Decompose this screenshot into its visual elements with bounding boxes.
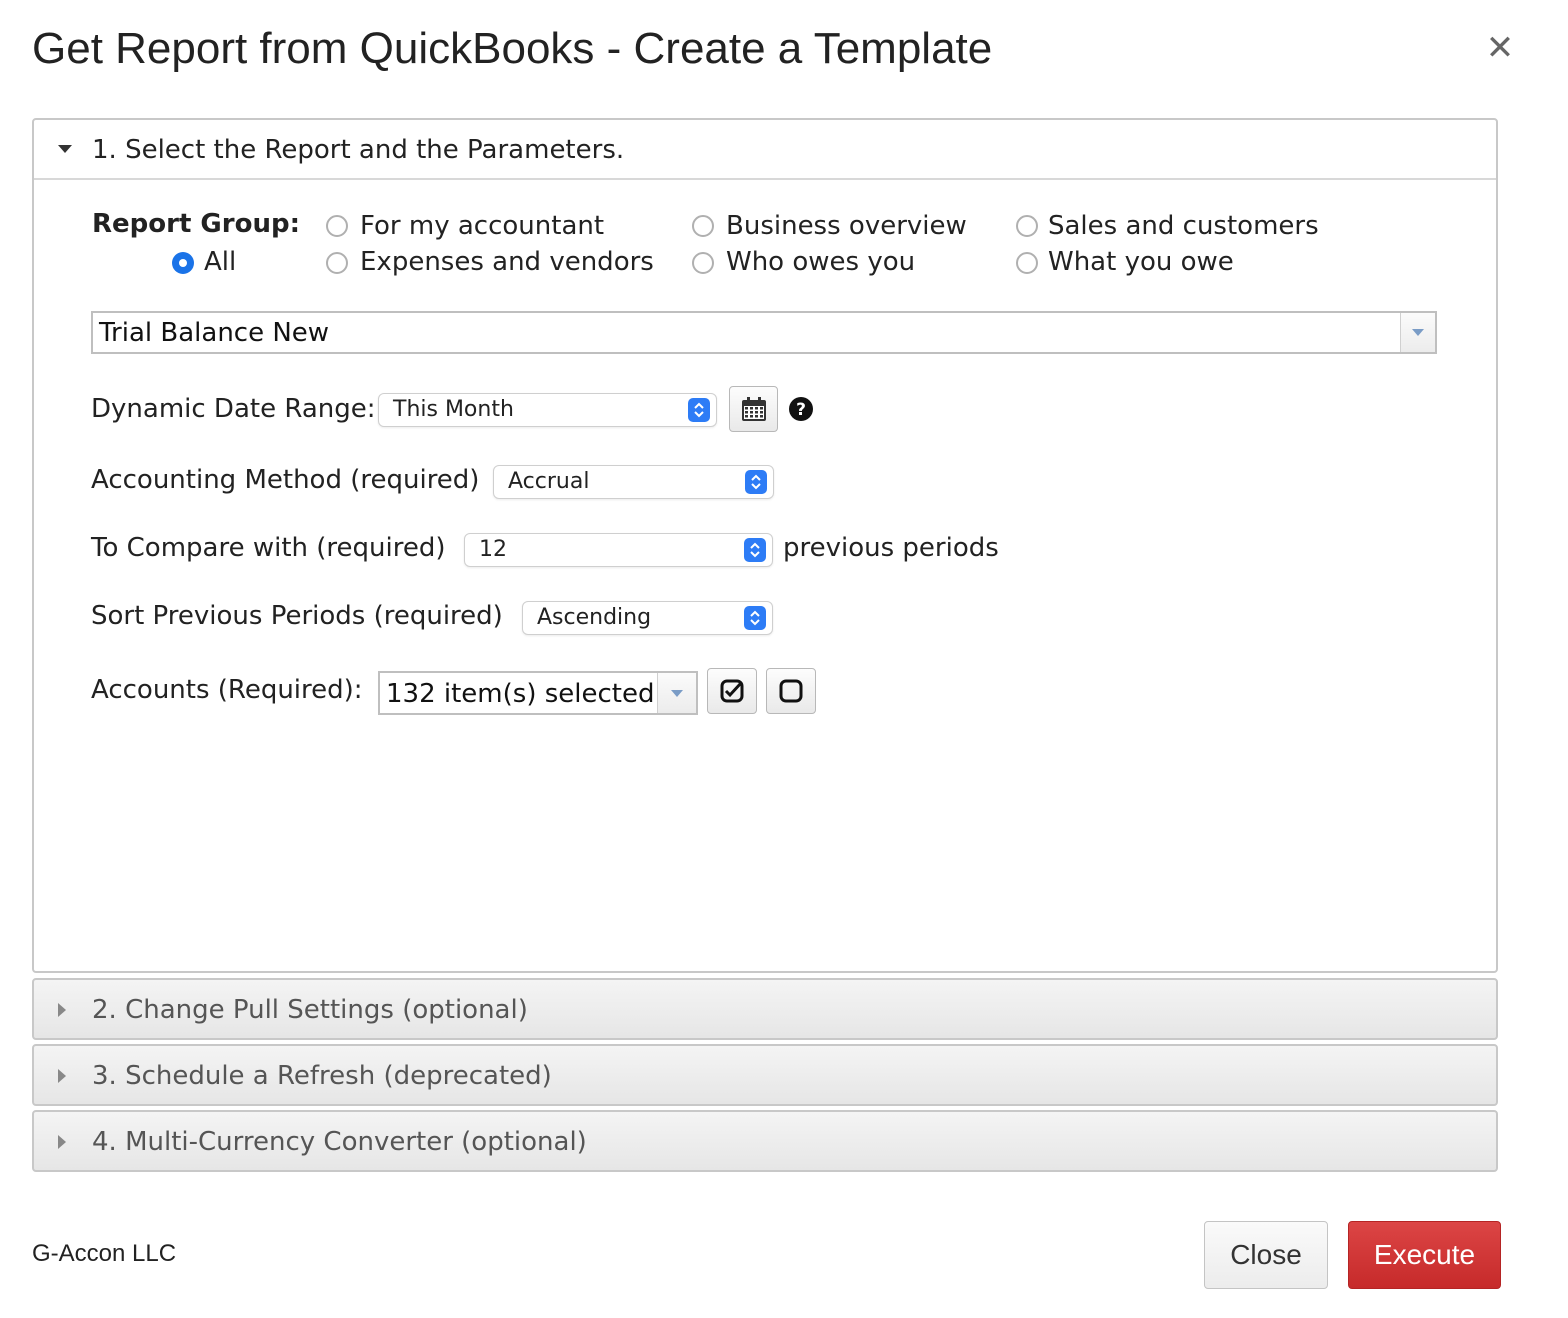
radio-all-label: All — [204, 247, 237, 277]
caret-right-icon — [58, 980, 68, 1040]
radio-business-overview[interactable] — [692, 215, 714, 237]
stepper-icon — [745, 470, 767, 494]
caret-down-icon — [58, 120, 72, 180]
chevron-down-icon[interactable] — [657, 673, 696, 713]
radio-who-owes-you-label: Who owes you — [726, 247, 916, 277]
radio-all[interactable] — [172, 252, 194, 274]
clear-selection-button[interactable] — [766, 668, 816, 714]
radio-sales-and-customers[interactable] — [1016, 215, 1038, 237]
stepper-icon — [744, 538, 766, 562]
section-title: 2. Change Pull Settings (optional) — [92, 995, 528, 1025]
svg-text:?: ? — [796, 400, 806, 420]
radio-what-you-owe[interactable] — [1016, 252, 1038, 274]
check-square-icon — [720, 679, 744, 703]
compare-select[interactable]: 12 — [464, 533, 773, 567]
compare-label: To Compare with (required) — [91, 533, 446, 563]
sort-periods-label: Sort Previous Periods (required) — [91, 601, 503, 631]
section-schedule-refresh[interactable]: 3. Schedule a Refresh (deprecated) — [32, 1044, 1498, 1106]
radio-business-overview-label: Business overview — [726, 211, 967, 241]
compare-value: 12 — [479, 537, 507, 562]
caret-right-icon — [58, 1112, 68, 1172]
section-multi-currency[interactable]: 4. Multi-Currency Converter (optional) — [32, 1110, 1498, 1172]
radio-who-owes-you[interactable] — [692, 252, 714, 274]
radio-sales-and-customers-label: Sales and customers — [1048, 211, 1319, 241]
report-value: Trial Balance New — [99, 318, 330, 348]
close-icon[interactable]: ✕ — [1482, 30, 1518, 66]
radio-expenses-and-vendors-label: Expenses and vendors — [360, 247, 654, 277]
section-title: 4. Multi-Currency Converter (optional) — [92, 1127, 587, 1157]
date-range-value: This Month — [393, 397, 514, 422]
accounting-method-select[interactable]: Accrual — [493, 465, 774, 499]
report-combobox[interactable]: Trial Balance New — [91, 311, 1437, 354]
accounting-method-label: Accounting Method (required) — [91, 465, 480, 495]
radio-for-my-accountant-label: For my accountant — [360, 211, 605, 241]
close-button[interactable]: Close — [1204, 1221, 1328, 1289]
accounting-method-value: Accrual — [508, 469, 590, 494]
dialog-title: Get Report from QuickBooks - Create a Te… — [32, 24, 993, 73]
calendar-icon — [741, 397, 766, 421]
radio-expenses-and-vendors[interactable] — [326, 252, 348, 274]
accounts-combobox[interactable]: 132 item(s) selected — [378, 671, 698, 715]
report-group-label: Report Group: — [92, 209, 300, 239]
accounts-label: Accounts (Required): — [91, 675, 363, 705]
accounts-value: 132 item(s) selected — [386, 679, 655, 709]
stepper-icon — [744, 606, 766, 630]
date-range-select[interactable]: This Month — [378, 393, 717, 427]
select-all-button[interactable] — [707, 668, 757, 714]
date-range-label: Dynamic Date Range: — [91, 394, 376, 424]
square-icon — [779, 679, 803, 703]
section-header[interactable]: 1. Select the Report and the Parameters. — [34, 120, 1496, 180]
radio-what-you-owe-label: What you owe — [1048, 247, 1234, 277]
section-pull-settings[interactable]: 2. Change Pull Settings (optional) — [32, 978, 1498, 1040]
stepper-icon — [688, 398, 710, 422]
execute-button[interactable]: Execute — [1348, 1221, 1501, 1289]
company-name: G-Accon LLC — [32, 1240, 177, 1267]
section-title: 3. Schedule a Refresh (deprecated) — [92, 1061, 552, 1091]
chevron-down-icon[interactable] — [1400, 313, 1435, 352]
caret-right-icon — [58, 1046, 68, 1106]
compare-suffix: previous periods — [783, 533, 999, 563]
calendar-button[interactable] — [729, 386, 778, 432]
radio-for-my-accountant[interactable] — [326, 215, 348, 237]
help-icon[interactable]: ? — [788, 396, 814, 426]
sort-periods-value: Ascending — [537, 605, 652, 630]
section-title: 1. Select the Report and the Parameters. — [92, 135, 625, 165]
sort-periods-select[interactable]: Ascending — [522, 601, 773, 635]
